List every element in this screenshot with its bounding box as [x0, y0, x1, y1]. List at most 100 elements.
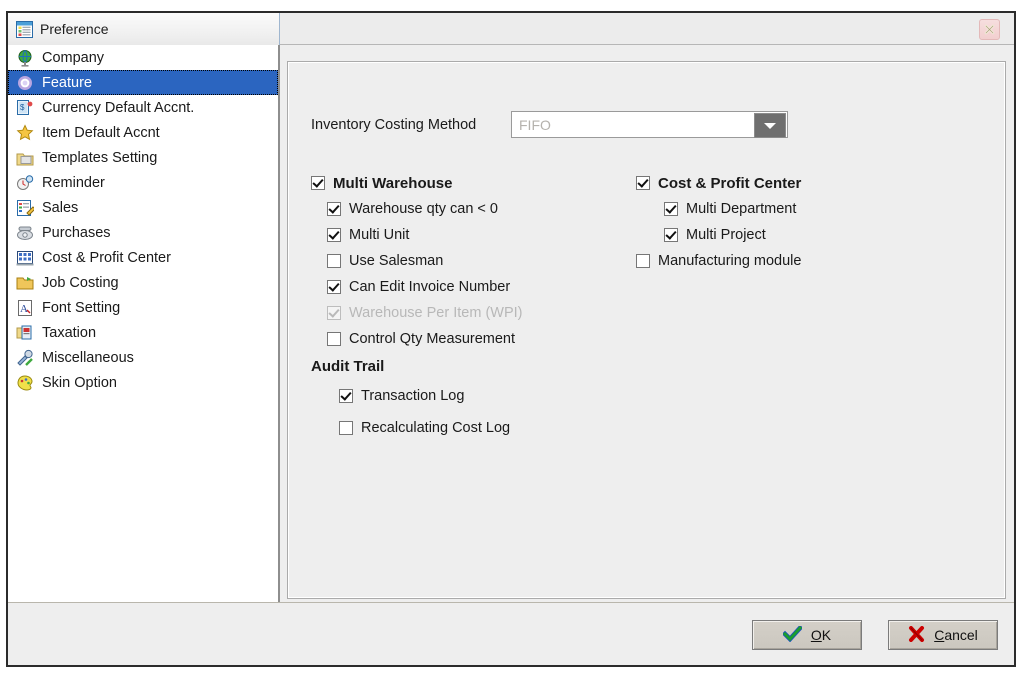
- sidebar-item-item-default-accnt[interactable]: Item Default Accnt: [8, 120, 278, 145]
- checkmark-icon: [339, 389, 353, 403]
- checkbox-label: Manufacturing module: [658, 253, 802, 269]
- sidebar-item-label: Sales: [42, 199, 79, 216]
- gear-icon: [16, 74, 34, 92]
- checkmark-icon: [311, 176, 325, 190]
- ok-button-label: OK: [811, 627, 831, 643]
- currency-card-icon: $: [16, 99, 34, 117]
- sidebar-item-font-setting[interactable]: A Font Setting: [8, 295, 278, 320]
- feature-settings-panel: Inventory Costing Method FIFO Multi Ware…: [287, 61, 1006, 599]
- sidebar-item-sales[interactable]: Sales: [8, 195, 278, 220]
- checkbox-multi-project[interactable]: Multi Project: [636, 222, 956, 248]
- ok-button[interactable]: OK: [752, 620, 862, 650]
- sidebar-item-label: Purchases: [42, 224, 111, 241]
- sidebar-item-label: Currency Default Accnt.: [42, 99, 195, 116]
- phone-icon: [16, 224, 34, 242]
- checkbox-label: Transaction Log: [361, 388, 465, 404]
- sidebar-item-label: Cost & Profit Center: [42, 249, 171, 266]
- cancel-button[interactable]: Cancel: [888, 620, 998, 650]
- preference-sidebar[interactable]: Company Feature $ Currency Default Accnt. It…: [8, 45, 280, 602]
- checkbox-warehouse-per-item-wpi: Warehouse Per Item (WPI): [311, 300, 611, 326]
- tab-label: Preference: [40, 21, 109, 37]
- inventory-costing-method-select[interactable]: FIFO: [511, 111, 788, 138]
- sidebar-item-label: Company: [42, 49, 105, 66]
- sidebar-item-skin-option[interactable]: Skin Option: [8, 370, 278, 395]
- sidebar-item-label: Templates Setting: [42, 149, 158, 166]
- audit-trail-heading: Audit Trail: [311, 357, 385, 375]
- sidebar-item-taxation[interactable]: Taxation: [8, 320, 278, 345]
- inventory-costing-method-label: Inventory Costing Method: [311, 116, 477, 133]
- sidebar-item-feature[interactable]: Feature: [8, 70, 278, 95]
- checkbox-label: Can Edit Invoice Number: [349, 279, 511, 295]
- checkbox-warehouse-qty-can-0[interactable]: Warehouse qty can < 0: [311, 196, 611, 222]
- inventory-costing-method-row: Inventory Costing Method FIFO: [311, 111, 788, 138]
- checkbox-multi-unit[interactable]: Multi Unit: [311, 222, 611, 248]
- sidebar-item-label: Job Costing: [42, 274, 119, 291]
- check-icon: [781, 624, 804, 645]
- cross-icon: [908, 625, 925, 645]
- checkbox-control-qty-measurement[interactable]: Control Qty Measurement: [311, 326, 611, 352]
- checkbox-empty-icon: [339, 421, 353, 435]
- sidebar-item-label: Taxation: [42, 324, 97, 341]
- tab-preference[interactable]: Preference: [8, 13, 280, 45]
- sidebar-item-miscellaneous[interactable]: Miscellaneous: [8, 345, 278, 370]
- checkmark-icon: [327, 280, 341, 294]
- checkbox-manufacturing-module[interactable]: Manufacturing module: [636, 248, 956, 274]
- sidebar-item-label: Skin Option: [42, 374, 117, 391]
- preference-window: Preference Company Feature $ Currency Defau…: [6, 11, 1016, 667]
- inventory-costing-method-value: FIFO: [519, 116, 551, 133]
- checkbox-multi-warehouse[interactable]: Multi Warehouse: [311, 170, 611, 196]
- sidebar-item-company[interactable]: Company: [8, 45, 278, 70]
- ok-mnemonic: O: [810, 627, 822, 643]
- checkmark-icon: [636, 176, 650, 190]
- sidebar-item-cost-profit-center[interactable]: Cost & Profit Center: [8, 245, 278, 270]
- cancel-mnemonic: C: [934, 627, 945, 643]
- checkbox-label: Multi Unit: [349, 227, 410, 243]
- sidebar-item-label: Item Default Accnt: [42, 124, 160, 141]
- checkbox-label: Use Salesman: [349, 253, 444, 269]
- taxation-icon: [16, 324, 34, 342]
- list-document-icon: [16, 20, 33, 38]
- sidebar-item-job-costing[interactable]: Job Costing: [8, 270, 278, 295]
- checkbox-empty-icon: [636, 254, 650, 268]
- checkmark-icon: [327, 228, 341, 242]
- checkbox-recalculating-cost-log[interactable]: Recalculating Cost Log: [311, 412, 611, 444]
- sidebar-item-reminder[interactable]: Reminder: [8, 170, 278, 195]
- cancel-button-label: Cancel: [934, 627, 978, 643]
- sidebar-item-label: Font Setting: [42, 299, 121, 316]
- sidebar-item-purchases[interactable]: Purchases: [8, 220, 278, 245]
- checkbox-transaction-log[interactable]: Transaction Log: [311, 380, 611, 412]
- checkbox-multi-department[interactable]: Multi Department: [636, 196, 956, 222]
- close-icon[interactable]: [979, 19, 1000, 40]
- folder-job-icon: [16, 274, 34, 292]
- checkbox-label: Multi Project: [686, 227, 766, 243]
- template-icon: [16, 149, 34, 167]
- checkbox-label: Cost & Profit Center: [658, 174, 802, 192]
- checkbox-label: Warehouse Per Item (WPI): [349, 305, 523, 321]
- reminder-clock-icon: [16, 174, 34, 192]
- globe-icon: [16, 49, 34, 67]
- checkbox-label: Warehouse qty can < 0: [349, 201, 498, 217]
- ok-label-rest: K: [821, 627, 832, 643]
- checkbox-cost-profit-center[interactable]: Cost & Profit Center: [636, 170, 956, 196]
- skin-palette-icon: [16, 374, 34, 392]
- checkbox-empty-icon: [327, 332, 341, 346]
- checkbox-empty-icon: [327, 254, 341, 268]
- cancel-label-rest: ancel: [944, 627, 978, 643]
- svg-text:A: A: [20, 303, 28, 315]
- tools-icon: [16, 349, 34, 367]
- checkbox-label: Multi Department: [686, 201, 797, 217]
- feature-options-left-column: Multi Warehouse Warehouse qty can < 0 Mult…: [311, 170, 611, 444]
- sidebar-item-currency-default-accnt[interactable]: $ Currency Default Accnt.: [8, 95, 278, 120]
- tab-strip: Preference: [8, 13, 1014, 45]
- checkbox-use-salesman[interactable]: Use Salesman: [311, 248, 611, 274]
- checkbox-can-edit-invoice-number[interactable]: Can Edit Invoice Number: [311, 274, 611, 300]
- sidebar-item-templates-setting[interactable]: Templates Setting: [8, 145, 278, 170]
- sidebar-item-label: Feature: [42, 74, 92, 91]
- sales-form-icon: [16, 199, 36, 217]
- star-icon: [16, 123, 34, 142]
- checkmark-icon: [327, 306, 341, 320]
- chevron-down-icon[interactable]: [754, 113, 786, 138]
- svg-text:$: $: [20, 103, 25, 112]
- sidebar-item-label: Reminder: [42, 174, 105, 191]
- sidebar-item-label: Miscellaneous: [42, 349, 134, 366]
